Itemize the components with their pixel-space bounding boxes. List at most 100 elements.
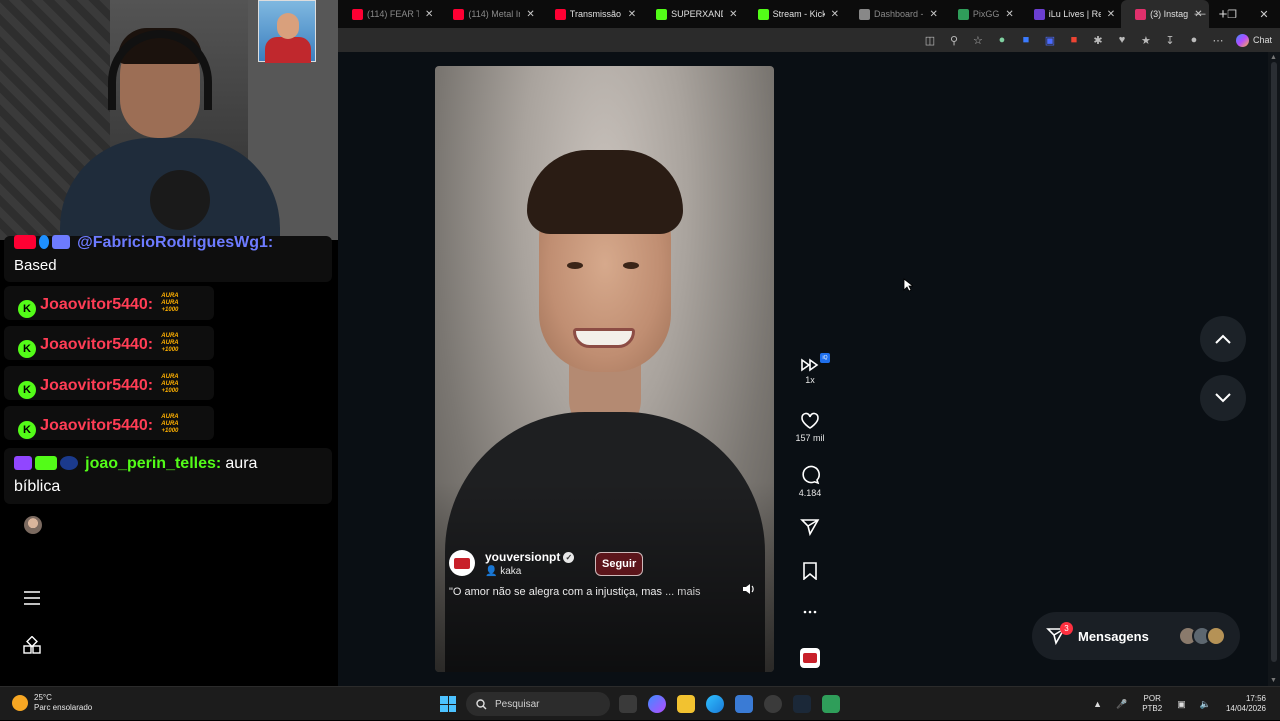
- grid-icon[interactable]: [22, 636, 42, 656]
- mouse-cursor-icon: [903, 278, 915, 295]
- file-explorer-icon[interactable]: [677, 695, 695, 713]
- chat-text: Based: [14, 257, 57, 274]
- stream-overlay: @FabricioRodriguesWg1: Based K Joaovitor…: [0, 0, 338, 686]
- browser-tab[interactable]: iLu Lives | Rea ✕: [1020, 0, 1121, 28]
- browser-tab[interactable]: SUPERXANDA ✕: [642, 0, 743, 28]
- steam-icon[interactable]: [793, 695, 811, 713]
- minimize-icon[interactable]: —: [1184, 8, 1216, 20]
- more-options-button[interactable]: [790, 604, 830, 620]
- kick-icon: K: [18, 421, 36, 439]
- browser-tab[interactable]: (114) FEAR TI ✕: [338, 0, 439, 28]
- account-avatar[interactable]: [449, 550, 475, 576]
- browser-tab[interactable]: PixGG ✕: [944, 0, 1020, 28]
- share-button[interactable]: [790, 518, 830, 536]
- copilot-icon: [1235, 33, 1249, 47]
- comment-button[interactable]: 4.184: [790, 465, 830, 498]
- sun-icon: [12, 695, 28, 711]
- browser-tab[interactable]: (114) Metal Ir ✕: [439, 0, 540, 28]
- browser-essentials-icon[interactable]: ♥: [1110, 28, 1134, 52]
- tab-title: PixGG: [972, 9, 1000, 19]
- tray-overflow-icon[interactable]: ▲: [1093, 699, 1102, 709]
- comment-icon: [802, 465, 820, 485]
- profile-icon[interactable]: ●: [1182, 28, 1206, 52]
- chat-text: aura: [225, 455, 258, 472]
- menu-icon[interactable]: [22, 588, 42, 608]
- verified-badge-icon: ✓: [563, 552, 575, 563]
- close-tab-icon[interactable]: ✕: [628, 9, 636, 20]
- like-button[interactable]: 157 mil: [790, 412, 830, 443]
- extensions-puzzle-icon[interactable]: ✱: [1086, 28, 1110, 52]
- close-tab-icon[interactable]: ✕: [831, 9, 839, 20]
- messages-button[interactable]: 3 Mensagens: [1032, 612, 1240, 660]
- reel-caption: "O amor não se alegra com a injustiça, m…: [449, 586, 701, 598]
- send-icon: [800, 519, 820, 536]
- previous-reel-button[interactable]: [1200, 316, 1246, 362]
- page-scrollbar[interactable]: ▲ ▼: [1268, 52, 1280, 686]
- microphone-icon[interactable]: 🎤: [1116, 699, 1127, 710]
- close-tab-icon[interactable]: ✕: [526, 9, 534, 20]
- tab-favicon-icon: [957, 8, 969, 20]
- close-tab-icon[interactable]: ✕: [929, 9, 937, 20]
- next-reel-button[interactable]: [1200, 375, 1246, 421]
- network-icon[interactable]: ▣: [1177, 699, 1186, 710]
- extension-icon[interactable]: ●: [990, 28, 1014, 52]
- task-view-icon[interactable]: [619, 695, 637, 713]
- chat-username: @FabricioRodriguesWg1:: [77, 234, 274, 251]
- browser-tab[interactable]: Stream - Kick ✕: [744, 0, 845, 28]
- copilot-icon[interactable]: [648, 695, 666, 713]
- reel-username[interactable]: youversionpt ✓: [485, 550, 575, 564]
- fast-forward-icon: [801, 358, 819, 372]
- extension-icon[interactable]: ▣: [1038, 28, 1062, 52]
- split-screen-icon[interactable]: ◫: [918, 28, 942, 52]
- tab-title: (114) FEAR TI: [367, 9, 419, 19]
- close-tab-icon[interactable]: ✕: [729, 9, 737, 20]
- more-menu-icon[interactable]: ⋯: [1206, 28, 1230, 52]
- aura-emote: AURA AURA +1000: [161, 293, 179, 313]
- downloads-icon[interactable]: ↧: [1158, 28, 1182, 52]
- collections-icon[interactable]: ★: [1134, 28, 1158, 52]
- close-window-icon[interactable]: ✕: [1248, 8, 1280, 21]
- app-icon[interactable]: [735, 695, 753, 713]
- app-icon[interactable]: [822, 695, 840, 713]
- start-button[interactable]: [440, 696, 456, 712]
- extension-icon[interactable]: ■: [1014, 28, 1038, 52]
- browser-tab[interactable]: Dashboard - ✕: [845, 0, 944, 28]
- extension-icon[interactable]: ■: [1062, 28, 1086, 52]
- clock[interactable]: 17:56 14/04/2026: [1226, 694, 1266, 714]
- input-language[interactable]: POR PTB2: [1142, 694, 1162, 714]
- system-tray: ▲ 🎤 POR PTB2 ▣ 🔈 17:56 14/04/2026: [1086, 687, 1280, 721]
- restore-icon[interactable]: ❐: [1216, 8, 1248, 21]
- caption-more-link[interactable]: ... mais: [665, 586, 700, 598]
- chevron-up-icon: [1215, 334, 1231, 344]
- browser-tab-strip: (114) FEAR TI ✕ (114) Metal Ir ✕ Transmissão…: [338, 0, 1280, 28]
- audio-thumbnail[interactable]: [800, 648, 820, 668]
- chat-message-header: @FabricioRodriguesWg1:: [14, 234, 273, 252]
- weather-widget[interactable]: 25°C Parc ensolarado: [12, 693, 92, 713]
- bookmark-icon: [803, 562, 817, 580]
- tab-favicon-icon: [554, 8, 566, 20]
- aura-emote: AURA AURA +1000: [161, 333, 179, 353]
- browser-tab[interactable]: Transmissão a ✕: [541, 0, 642, 28]
- copilot-chat-button[interactable]: Chat: [1235, 33, 1272, 47]
- close-tab-icon[interactable]: ✕: [1107, 9, 1115, 20]
- app-icon[interactable]: [764, 695, 782, 713]
- chat-username: Joaovitor5440:: [40, 377, 154, 394]
- window-controls: — ❐ ✕: [1184, 0, 1280, 28]
- chat-username: Joaovitor5440:: [40, 296, 154, 313]
- avatar: [24, 516, 42, 534]
- reel-collaborator[interactable]: 👤 kaka: [485, 566, 521, 577]
- save-button[interactable]: [790, 562, 830, 580]
- follow-button[interactable]: Seguir: [595, 552, 644, 576]
- taskbar-search[interactable]: Pesquisar: [466, 692, 610, 716]
- volume-icon[interactable]: 🔈: [1200, 699, 1211, 710]
- chat-username: Joaovitor5440:: [40, 336, 154, 353]
- reel-video[interactable]: youversionpt ✓ 👤 kaka Seguir "O amor não …: [435, 66, 774, 672]
- volume-icon[interactable]: [742, 582, 758, 596]
- close-tab-icon[interactable]: ✕: [425, 9, 433, 20]
- close-tab-icon[interactable]: ✕: [1005, 9, 1013, 20]
- edge-browser-icon[interactable]: [706, 695, 724, 713]
- instagram-reels-page: youversionpt ✓ 👤 kaka Seguir "O amor não …: [338, 52, 1280, 686]
- favorite-star-icon[interactable]: ☆: [966, 28, 990, 52]
- zoom-icon[interactable]: ⚲: [942, 28, 966, 52]
- tab-title: SUPERXANDA: [671, 9, 723, 19]
